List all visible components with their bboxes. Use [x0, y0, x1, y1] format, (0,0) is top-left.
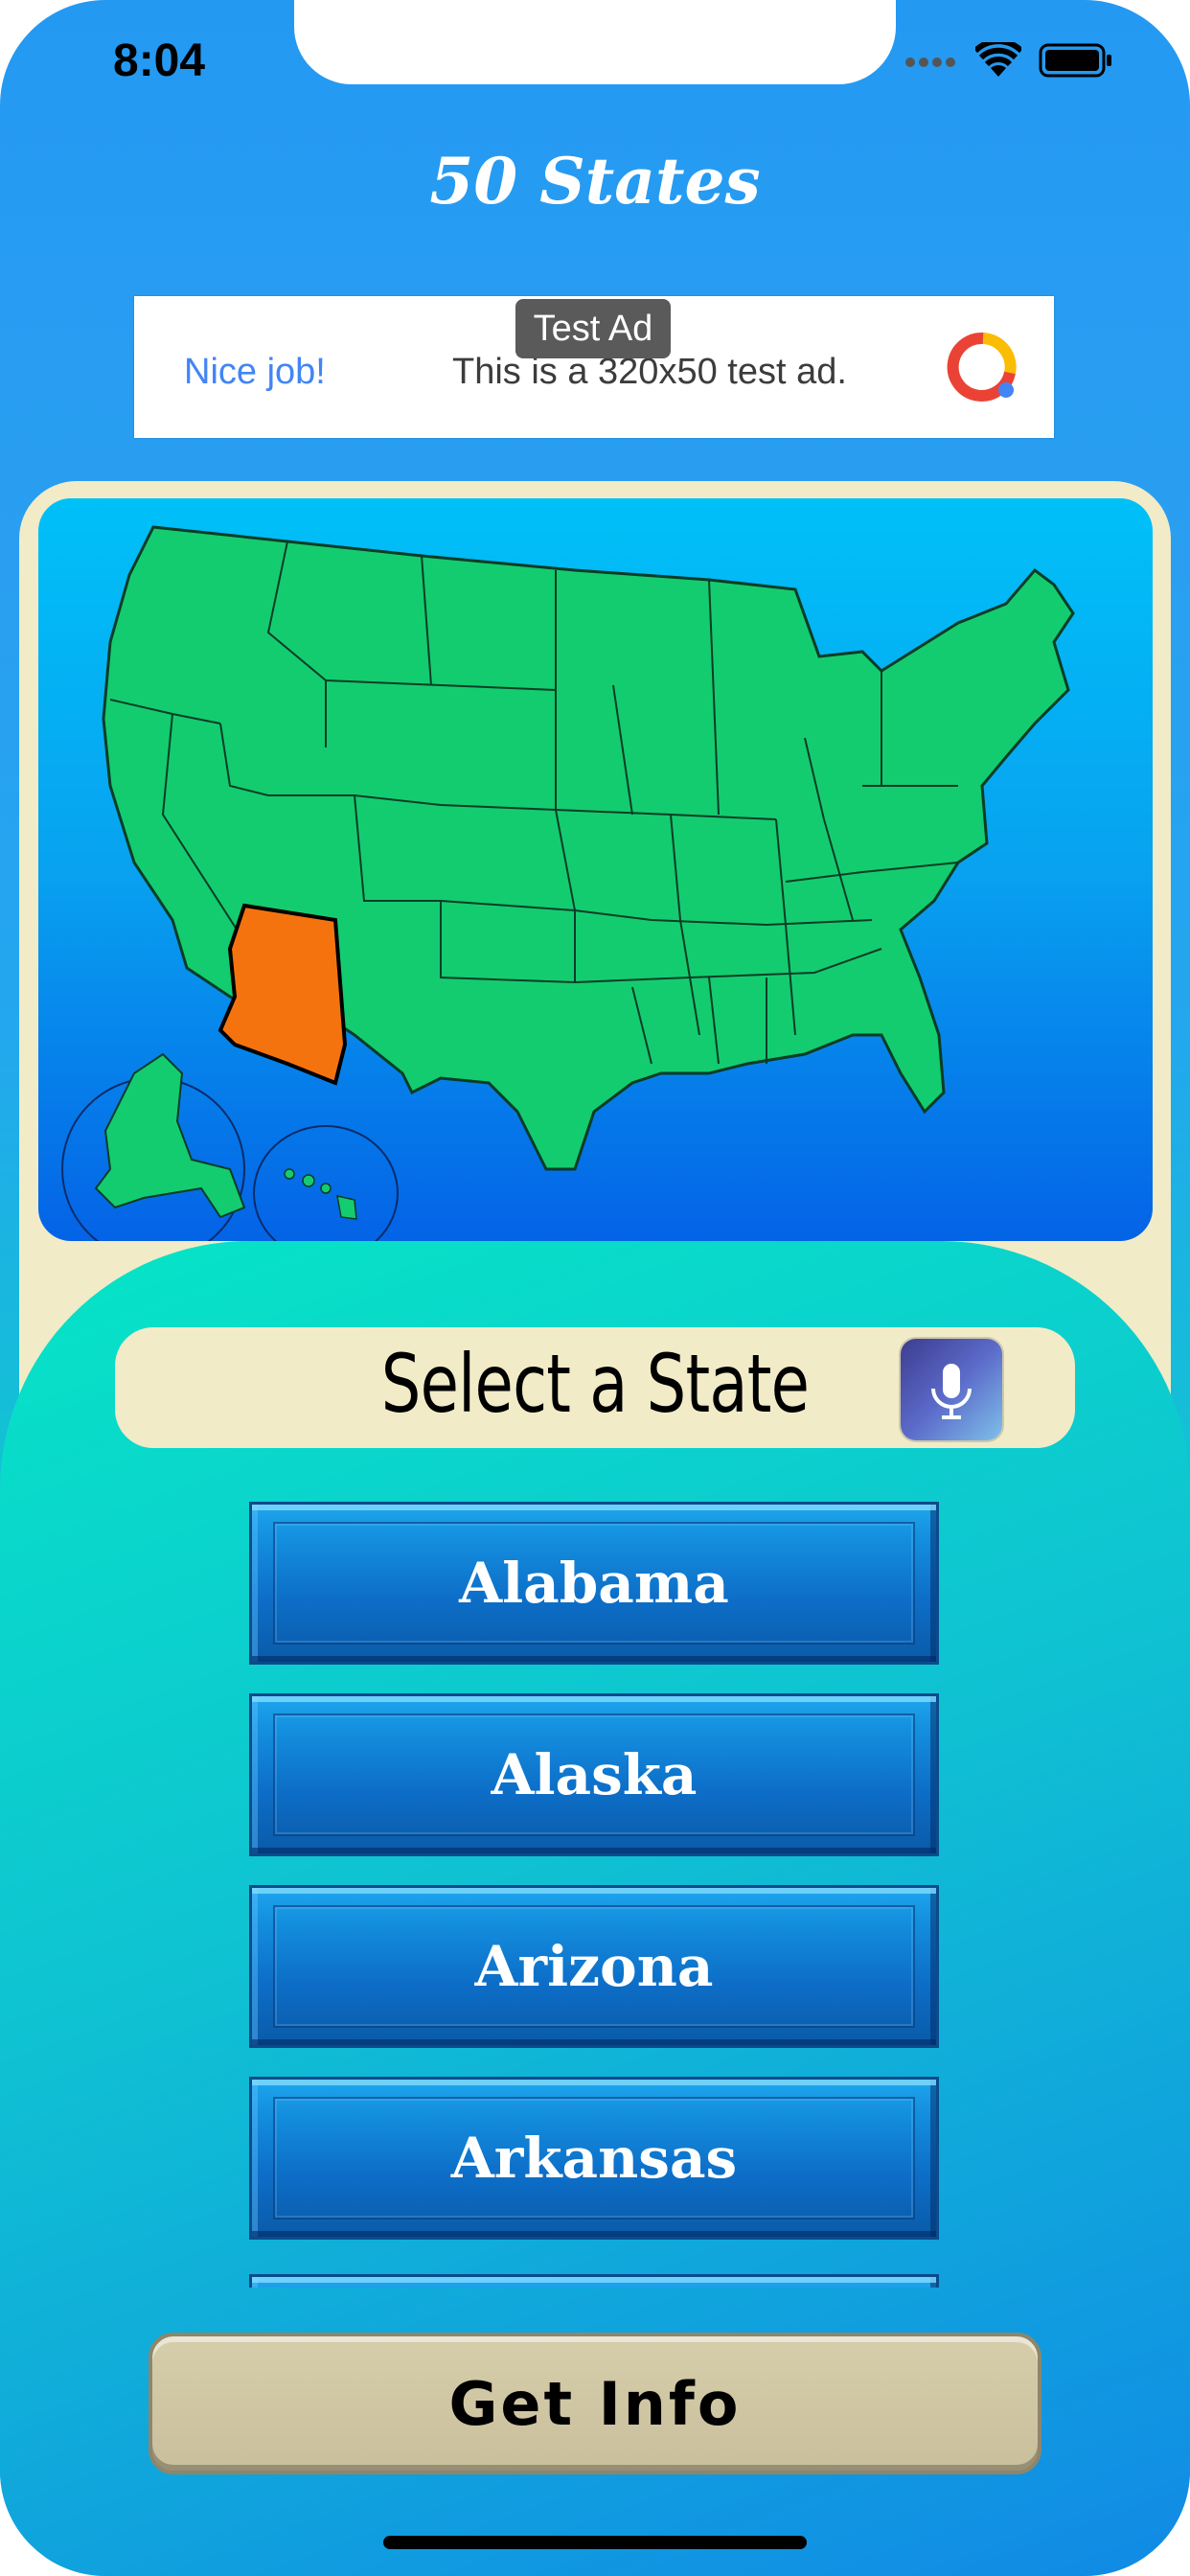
state-list[interactable]: Alabama Alaska Arizona Arkansas — [249, 1502, 941, 2288]
state-button-alabama[interactable]: Alabama — [249, 1502, 939, 1665]
state-label: Arkansas — [450, 2126, 738, 2191]
status-time: 8:04 — [113, 35, 206, 86]
state-label: Alabama — [459, 1551, 729, 1616]
app-screen: 8:04 50 States Nice job! This is a 320x5… — [0, 0, 1190, 2576]
alaska-shape[interactable] — [94, 1052, 246, 1219]
app-title: 50 States — [429, 144, 761, 218]
notch — [294, 0, 896, 84]
state-button-arizona[interactable]: Arizona — [249, 1885, 939, 2048]
status-bar: 8:04 — [0, 0, 1190, 144]
state-label: Alaska — [491, 1742, 698, 1807]
select-state-label: Select a State — [380, 1337, 810, 1431]
select-state-bar: Select a State — [115, 1327, 1075, 1448]
microphone-icon — [931, 1364, 972, 1419]
contiguous-us-shape — [102, 525, 1075, 1171]
us-map — [61, 525, 1075, 1241]
wifi-icon — [975, 42, 1021, 77]
battery-icon — [1039, 43, 1111, 78]
state-label: Arizona — [474, 1934, 714, 1999]
us-map-panel[interactable] — [38, 498, 1153, 1241]
state-button-alaska[interactable]: Alaska — [249, 1693, 939, 1856]
signal-icon — [905, 58, 955, 67]
state-button-partial[interactable] — [249, 2274, 939, 2288]
home-indicator[interactable] — [383, 2536, 807, 2549]
ad-logo-icon — [947, 332, 1017, 402]
status-icons — [904, 42, 1113, 79]
arizona-shape[interactable] — [217, 903, 348, 1086]
hawaii-shape[interactable] — [284, 1168, 357, 1220]
voice-search-button[interactable] — [901, 1339, 1002, 1440]
ad-headline: Nice job! — [184, 352, 326, 392]
ad-test-badge: Test Ad — [515, 299, 671, 358]
get-info-button[interactable]: Get Info — [149, 2333, 1041, 2474]
state-button-arkansas[interactable]: Arkansas — [249, 2077, 939, 2240]
ad-banner[interactable]: Nice job! This is a 320x50 test ad. Test… — [134, 296, 1054, 438]
